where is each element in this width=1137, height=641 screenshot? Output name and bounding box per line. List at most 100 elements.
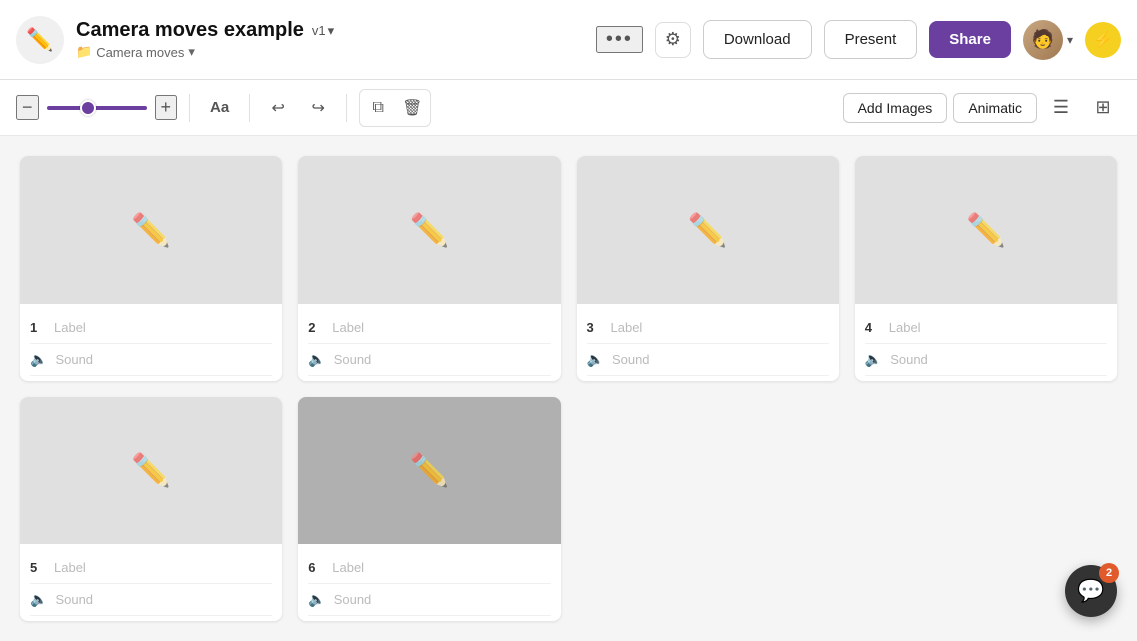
copy-button[interactable]: ⧉ (362, 92, 394, 124)
sound-icon-1: 🔈 (30, 351, 47, 368)
empty-image-icon: ✏️ (131, 451, 171, 489)
card-label-row-1: 1 Label (30, 312, 272, 344)
empty-image-icon: ✏️ (409, 211, 449, 249)
lightning-icon: ⚡ (1093, 30, 1113, 50)
avatar-chevron-icon[interactable]: ▾ (1067, 33, 1073, 47)
more-options-button[interactable]: ••• (596, 26, 643, 53)
sound-placeholder-4[interactable]: Sound (890, 352, 928, 367)
card-body-5: 5 Label 🔈 Sound ⚙ Action (20, 544, 282, 621)
card-label-row-3: 3 Label (587, 312, 829, 344)
toolbar: − + Aa ↩ ↪ ⧉ 🗑 Add Images Animatic ☰ ⊞ (0, 80, 1137, 136)
card-number-6: 6 (308, 560, 324, 575)
settings-button[interactable]: ⚙ (655, 22, 691, 58)
card-image-3[interactable]: ✏️ (577, 156, 839, 304)
card-body-3: 3 Label 🔈 Sound ⚙ Action (577, 304, 839, 381)
separator-3 (346, 94, 347, 122)
card-sound-row-3: 🔈 Sound (587, 344, 829, 376)
label-placeholder-3[interactable]: Label (611, 320, 643, 335)
storyboard-card-4[interactable]: ✏️ 4 Label 🔈 Sound ⚙ Action (855, 156, 1117, 381)
storyboard-card-6[interactable]: ✏️ 6 Label 🔈 Sound ⚙ Action (298, 397, 560, 622)
label-placeholder-1[interactable]: Label (54, 320, 86, 335)
gear-icon: ⚙ (665, 29, 681, 50)
present-button[interactable]: Present (824, 20, 918, 59)
sound-icon-6: 🔈 (308, 591, 325, 608)
list-view-button[interactable]: ☰ (1043, 90, 1079, 126)
storyboard-card-2[interactable]: ✏️ 2 Label 🔈 Sound ⚙ Action (298, 156, 560, 381)
user-menu[interactable]: 🧑 ▾ (1023, 20, 1073, 60)
clipboard-group: ⧉ 🗑 (359, 89, 431, 127)
card-label-row-2: 2 Label (308, 312, 550, 344)
chat-widget[interactable]: 💬 2 (1065, 565, 1117, 617)
header: ✏️ Camera moves example v1 ▾ 📁 Camera mo… (0, 0, 1137, 80)
label-placeholder-4[interactable]: Label (889, 320, 921, 335)
sound-placeholder-6[interactable]: Sound (334, 592, 372, 607)
separator-2 (249, 94, 250, 122)
sound-placeholder-1[interactable]: Sound (55, 352, 93, 367)
title-text: Camera moves example (76, 19, 304, 42)
card-label-row-4: 4 Label (865, 312, 1107, 344)
label-placeholder-2[interactable]: Label (332, 320, 364, 335)
storyboard-grid: ✏️ 1 Label 🔈 Sound ⚙ Action ✏️ 2 Label (0, 136, 1137, 641)
logo: ✏️ (16, 16, 64, 64)
card-action-row-6: ⚙ Action (308, 616, 550, 621)
card-image-5[interactable]: ✏️ (20, 397, 282, 545)
card-number-1: 1 (30, 320, 46, 335)
sound-icon-3: 🔈 (587, 351, 604, 368)
card-action-row-1: ⚙ Action (30, 376, 272, 381)
zoom-in-button[interactable]: + (155, 95, 178, 120)
document-title: Camera moves example v1 ▾ (76, 19, 334, 42)
font-size-button[interactable]: Aa (202, 95, 237, 120)
card-action-row-2: ⚙ Action (308, 376, 550, 381)
share-button[interactable]: Share (929, 21, 1011, 58)
add-images-button[interactable]: Add Images (843, 93, 948, 123)
card-body-1: 1 Label 🔈 Sound ⚙ Action (20, 304, 282, 381)
chat-badge: 2 (1099, 563, 1119, 583)
sound-placeholder-2[interactable]: Sound (334, 352, 372, 367)
storyboard-card-5[interactable]: ✏️ 5 Label 🔈 Sound ⚙ Action (20, 397, 282, 622)
grid-view-button[interactable]: ⊞ (1085, 90, 1121, 126)
avatar: 🧑 (1023, 20, 1063, 60)
card-number-3: 3 (587, 320, 603, 335)
sound-placeholder-3[interactable]: Sound (612, 352, 650, 367)
card-sound-row-6: 🔈 Sound (308, 584, 550, 616)
card-image-1[interactable]: ✏️ (20, 156, 282, 304)
card-number-4: 4 (865, 320, 881, 335)
card-label-row-6: 6 Label (308, 552, 550, 584)
sound-icon-4: 🔈 (865, 351, 882, 368)
card-image-4[interactable]: ✏️ (855, 156, 1117, 304)
delete-button[interactable]: 🗑 (396, 92, 428, 124)
undo-button[interactable]: ↩ (262, 92, 294, 124)
storyboard-card-3[interactable]: ✏️ 3 Label 🔈 Sound ⚙ Action (577, 156, 839, 381)
download-button[interactable]: Download (703, 20, 812, 59)
breadcrumb-chevron-icon: ▾ (188, 44, 195, 60)
separator-1 (189, 94, 190, 122)
animatic-button[interactable]: Animatic (953, 93, 1037, 123)
empty-image-icon: ✏️ (688, 211, 728, 249)
empty-image-icon: ✏️ (409, 451, 449, 489)
pencil-logo-icon: ✏️ (26, 27, 53, 53)
storyboard-card-1[interactable]: ✏️ 1 Label 🔈 Sound ⚙ Action (20, 156, 282, 381)
empty-image-icon: ✏️ (966, 211, 1006, 249)
label-placeholder-6[interactable]: Label (332, 560, 364, 575)
card-action-row-5: ⚙ Action (30, 616, 272, 621)
breadcrumb-label: Camera moves (96, 45, 184, 60)
card-image-2[interactable]: ✏️ (298, 156, 560, 304)
sound-icon-5: 🔈 (30, 591, 47, 608)
sound-icon-2: 🔈 (308, 351, 325, 368)
version-selector[interactable]: v1 ▾ (312, 23, 334, 39)
card-action-row-4: ⚙ Action (865, 376, 1107, 381)
toolbar-right-group: Add Images Animatic ☰ ⊞ (843, 90, 1121, 126)
zoom-slider[interactable] (47, 106, 147, 110)
zoom-out-button[interactable]: − (16, 95, 39, 120)
label-placeholder-5[interactable]: Label (54, 560, 86, 575)
redo-button[interactable]: ↪ (302, 92, 334, 124)
card-body-2: 2 Label 🔈 Sound ⚙ Action (298, 304, 560, 381)
breadcrumb[interactable]: 📁 Camera moves ▾ (76, 44, 334, 60)
card-sound-row-2: 🔈 Sound (308, 344, 550, 376)
sound-placeholder-5[interactable]: Sound (55, 592, 93, 607)
card-image-6[interactable]: ✏️ (298, 397, 560, 545)
lightning-button[interactable]: ⚡ (1085, 22, 1121, 58)
card-sound-row-5: 🔈 Sound (30, 584, 272, 616)
card-sound-row-4: 🔈 Sound (865, 344, 1107, 376)
card-action-row-3: ⚙ Action (587, 376, 829, 381)
